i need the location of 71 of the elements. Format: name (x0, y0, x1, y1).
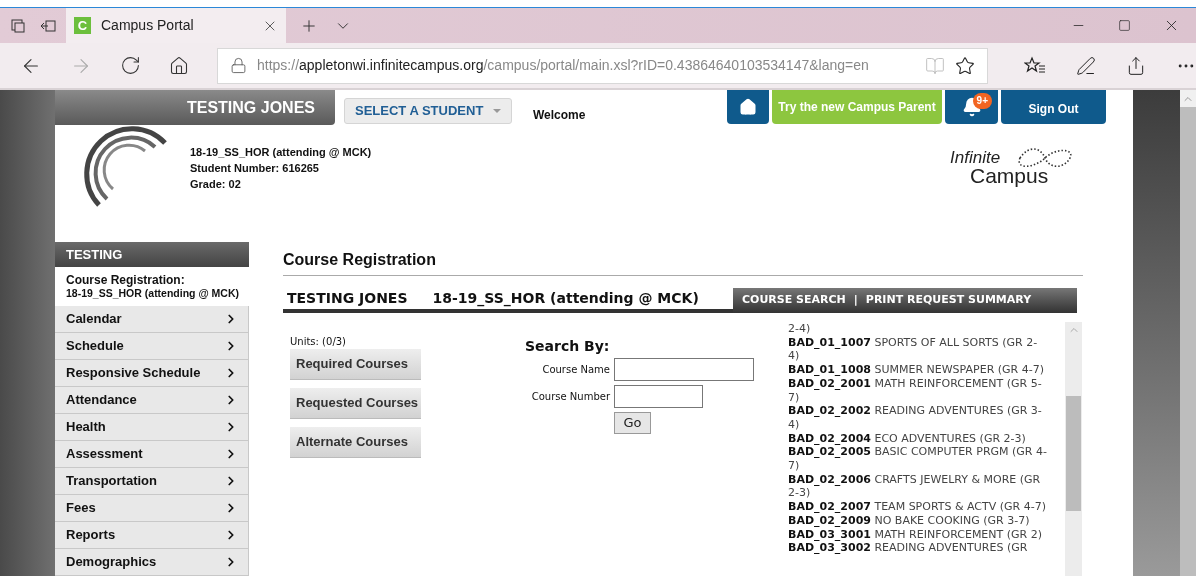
page-title: Course Registration (283, 251, 436, 268)
sidebar-menu-item[interactable]: Reports (55, 522, 249, 549)
student-info-text: 18-19_SS_HOR (attending @ MCK) (190, 145, 372, 160)
search-title: Search By: (525, 337, 611, 356)
course-list-button[interactable]: Requested Courses (290, 388, 421, 419)
sidebar-menu-item[interactable]: Fees (55, 495, 249, 522)
tabs-aside-icon[interactable] (10, 17, 26, 34)
home-button[interactable] (727, 90, 769, 124)
course-entry[interactable]: BAD_02_2002 READING ADVENTURES (GR 3-4) (788, 404, 1047, 432)
address-bar[interactable]: https://appletonwi.infinitecampus.org/campus/portal/main.xsl?rID=0.43864640103534147&lang=en (217, 47, 988, 84)
sidebar-header: TESTING (55, 242, 249, 267)
favorites-list-icon[interactable] (1024, 55, 1046, 76)
sidebar-menu-item[interactable]: Demographics (55, 549, 249, 576)
course-entry[interactable]: BAD_02_2001 MATH REINFORCEMENT (GR 5-7) (788, 376, 1047, 405)
sidebar-menu-item[interactable]: Health (55, 414, 249, 441)
tab-restore-icon[interactable] (40, 17, 56, 34)
student-name-banner: TESTING JONES (55, 90, 335, 125)
print-request-summary-link[interactable]: PRINT REQUEST SUMMARY (865, 292, 1032, 309)
browser-scrollbar[interactable] (1180, 90, 1196, 576)
share-icon[interactable] (1126, 55, 1146, 76)
lock-icon (230, 57, 247, 74)
notification-badge: 9+ (972, 93, 992, 109)
welcome-text: Welcome (533, 107, 586, 124)
units-text: Units: (0/3) (290, 335, 347, 349)
course-entry[interactable]: BAD_03_3002 READING ADVENTURES (GR (788, 541, 1047, 555)
course-entry[interactable]: BAD_01_1007 SPORTS OF ALL SORTS (GR 2-4) (788, 335, 1047, 364)
field-label: Course Name (541, 363, 610, 377)
link-separator: | (853, 292, 858, 309)
sidebar-menu-item[interactable]: Assessment (55, 441, 249, 468)
sidebar-menu-item[interactable]: Responsive Schedule (55, 360, 249, 387)
course-list-button[interactable]: Required Courses (290, 349, 421, 380)
go-button[interactable]: Go (614, 412, 651, 434)
context-title: Course Registration: (66, 273, 186, 287)
home-icon[interactable] (169, 55, 189, 76)
context-detail: 18-19_SS_HOR (attending @ MCK) (66, 287, 240, 300)
course-entry[interactable]: BAD_02_2009 NO BAKE COOKING (GR 3-7) (788, 513, 1047, 528)
select-student-dropdown[interactable]: SELECT A STUDENT (344, 98, 512, 124)
favorite-star-icon[interactable] (955, 55, 975, 76)
field-label: Course Number (530, 390, 610, 404)
refresh-icon[interactable] (120, 55, 141, 76)
search-field[interactable] (614, 385, 703, 408)
scroll-thumb[interactable] (1066, 396, 1081, 511)
student-info-text: Grade: 02 (190, 177, 242, 192)
url-text: https://appletonwi.infinitecampus.org/campus/portal/main.xsl?rID=0.43864640103534147&lang=en (257, 56, 870, 75)
course-entry[interactable]: BAD_02_2007 TEAM SPORTS & ACTV (GR 4-7) (788, 500, 1047, 514)
student-info-text: Student Number: 616265 (190, 161, 320, 176)
sidebar-menu-item[interactable]: Attendance (55, 387, 249, 414)
tab-title: Campus Portal (101, 16, 195, 35)
course-entry[interactable]: BAD_02_2005 BASIC COMPUTER PRGM (GR 4-7) (788, 445, 1047, 473)
sign-out-button[interactable]: Sign Out (1001, 90, 1106, 124)
course-entry[interactable]: BAD_03_3001 MATH REINFORCEMENT (GR 2) (788, 527, 1047, 542)
browser-tab[interactable]: C Campus Portal (66, 8, 286, 43)
scrollbar[interactable] (1065, 322, 1082, 576)
search-field[interactable] (614, 358, 754, 381)
home-icon (739, 98, 757, 116)
course-search-link[interactable]: COURSE SEARCH (742, 292, 846, 309)
course-entry[interactable]: 2-4) (788, 322, 1047, 336)
sidebar-menu-item[interactable]: Schedule (55, 333, 249, 360)
favicon: C (74, 17, 91, 34)
caret-icon (493, 109, 502, 113)
sidebar-menu-item[interactable]: Calendar (55, 306, 249, 333)
student-name-text: TESTING JONES (287, 289, 408, 308)
maximize-icon[interactable] (1118, 19, 1131, 32)
calendar-text: 18-19_SS_HOR (attending @ MCK) (432, 289, 699, 309)
infinite-campus-logo: Infinite Campus (950, 145, 1075, 190)
pen-icon[interactable] (1076, 55, 1096, 76)
course-entry[interactable]: BAD_02_2006 CRAFTS JEWELRY & MORE (GR 2-3) (788, 472, 1047, 501)
course-entry[interactable]: BAD_01_1008 SUMMER NEWSPAPER (GR 4-7) (788, 363, 1047, 377)
course-entry[interactable]: BAD_02_2004 ECO ADVENTURES (GR 2-3) (788, 431, 1047, 446)
course-list-button[interactable]: Alternate Courses (290, 427, 421, 458)
sidebar-menu-item[interactable]: Transportation (55, 468, 249, 495)
